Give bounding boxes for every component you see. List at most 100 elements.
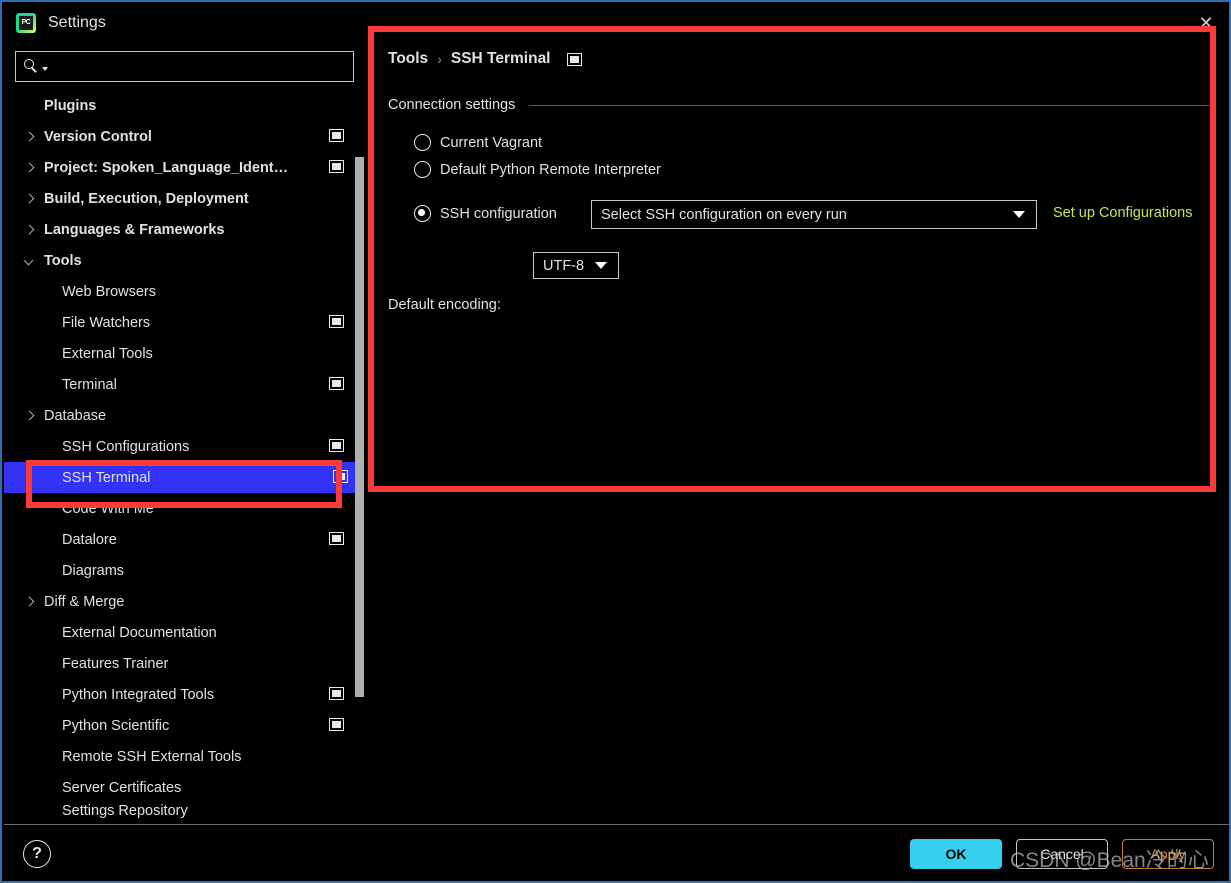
sidebar-item-label: Terminal (62, 376, 117, 393)
sidebar-item-label: Settings Repository (62, 803, 188, 819)
radio-indicator[interactable] (414, 161, 431, 178)
radio-ssh-configuration[interactable]: SSH configuration (414, 205, 557, 222)
cancel-button[interactable]: Cancel (1016, 839, 1108, 869)
title-bar: Settings ✕ (4, 4, 1229, 42)
chevron-right-icon[interactable] (22, 222, 38, 238)
breadcrumb: Tools › SSH Terminal (388, 50, 582, 68)
sidebar-item-label: Server Certificates (62, 779, 182, 796)
sidebar-item-label: SSH Terminal (62, 469, 151, 486)
breadcrumb-current: SSH Terminal (450, 50, 551, 67)
radio-label: Current Vagrant (440, 134, 543, 151)
default-encoding-select[interactable]: UTF-8 (533, 252, 619, 279)
chevron-right-icon[interactable] (22, 160, 38, 176)
project-scope-badge-icon (329, 377, 344, 390)
close-icon[interactable]: ✕ (1195, 12, 1217, 34)
sidebar-item-languages-frameworks[interactable]: Languages & Frameworks (4, 214, 364, 245)
sidebar-item-label: Database (44, 407, 107, 424)
sidebar-item-label: Project: Spoken_Language_Ident… (44, 159, 289, 176)
sidebar-item-project-spoken-language-ident[interactable]: Project: Spoken_Language_Ident… (4, 152, 364, 183)
sidebar-item-external-documentation[interactable]: External Documentation (4, 617, 364, 648)
search-icon (24, 58, 41, 75)
project-scope-badge-icon (329, 315, 344, 328)
sidebar-item-ssh-terminal[interactable]: SSH Terminal (4, 462, 364, 493)
sidebar-item-code-with-me[interactable]: Code With Me (4, 493, 364, 524)
chevron-down-icon (1013, 211, 1025, 218)
sidebar-item-settings-repository[interactable]: Settings Repository (4, 803, 364, 819)
sidebar-item-python-integrated-tools[interactable]: Python Integrated Tools (4, 679, 364, 710)
sidebar-item-database[interactable]: Database (4, 400, 364, 431)
sidebar-item-label: Features Trainer (62, 655, 169, 672)
sidebar-item-features-trainer[interactable]: Features Trainer (4, 648, 364, 679)
ssh-configuration-value: Select SSH configuration on every run (601, 206, 847, 223)
ssh-configuration-select[interactable]: Select SSH configuration on every run (591, 200, 1037, 229)
project-scope-badge-icon (329, 129, 344, 142)
sidebar-item-label: External Tools (62, 345, 153, 362)
sidebar-item-build-execution-deployment[interactable]: Build, Execution, Deployment (4, 183, 364, 214)
apply-button[interactable]: Apply (1122, 839, 1214, 869)
default-encoding-label: Default encoding: (388, 297, 501, 313)
sidebar-item-label: Build, Execution, Deployment (44, 190, 249, 207)
sidebar-item-datalore[interactable]: Datalore (4, 524, 364, 555)
sidebar-item-diff-merge[interactable]: Diff & Merge (4, 586, 364, 617)
chevron-right-icon[interactable] (22, 129, 38, 145)
sidebar-item-python-scientific[interactable]: Python Scientific (4, 710, 364, 741)
project-scope-badge-icon (333, 470, 348, 483)
sidebar-scrollbar[interactable] (355, 157, 364, 697)
sidebar-item-tools[interactable]: Tools (4, 245, 364, 276)
sidebar-item-label: Python Scientific (62, 717, 170, 734)
set-up-configurations-link[interactable]: Set up Configurations (1053, 205, 1192, 221)
radio-default-python-remote-interpreter[interactable]: Default Python Remote Interpreter (414, 161, 661, 178)
sidebar-item-label: Diagrams (62, 562, 125, 579)
sidebar-item-label: Tools (44, 252, 82, 269)
project-scope-badge-icon (566, 52, 582, 66)
sidebar-item-label: Plugins (44, 97, 97, 114)
radio-indicator[interactable] (414, 134, 431, 151)
sidebar-item-label: Web Browsers (62, 283, 157, 300)
section-divider (529, 104, 1214, 106)
sidebar-item-remote-ssh-external-tools[interactable]: Remote SSH External Tools (4, 741, 364, 772)
project-scope-badge-icon (329, 532, 344, 545)
radio-current-vagrant[interactable]: Current Vagrant (414, 134, 542, 151)
project-scope-badge-icon (329, 687, 344, 700)
settings-dialog: Settings ✕ Plugins Version Control Project… (0, 0, 1231, 883)
chevron-right-icon[interactable] (22, 191, 38, 207)
sidebar-item-diagrams[interactable]: Diagrams (4, 555, 364, 586)
default-encoding-value: UTF-8 (543, 257, 585, 274)
sidebar-item-plugins[interactable]: Plugins (4, 90, 364, 121)
sidebar-item-label: SSH Configurations (62, 438, 190, 455)
sidebar-item-label: Version Control (44, 128, 152, 145)
chevron-right-icon[interactable] (22, 594, 38, 610)
sidebar-item-label: File Watchers (62, 314, 151, 331)
sidebar-item-terminal[interactable]: Terminal (4, 369, 364, 400)
window-title: Settings (48, 14, 106, 31)
sidebar-item-label: Datalore (62, 531, 117, 548)
project-scope-badge-icon (329, 439, 344, 452)
breadcrumb-root[interactable]: Tools (388, 50, 428, 68)
chevron-down-icon (595, 262, 607, 269)
chevron-down-icon[interactable] (42, 67, 48, 71)
chevron-down-icon[interactable] (22, 253, 38, 269)
sidebar-item-web-browsers[interactable]: Web Browsers (4, 276, 364, 307)
project-scope-badge-icon (329, 718, 344, 731)
footer-divider (4, 824, 1229, 825)
sidebar-item-label: Python Integrated Tools (62, 686, 215, 703)
help-icon[interactable]: ? (23, 840, 51, 868)
sidebar-item-label: Diff & Merge (44, 593, 125, 610)
settings-tree[interactable]: Plugins Version Control Project: Spoken_La… (4, 90, 364, 824)
project-scope-badge-icon (329, 160, 344, 173)
sidebar-item-version-control[interactable]: Version Control (4, 121, 364, 152)
search-input[interactable] (52, 51, 353, 82)
search-box[interactable] (15, 51, 354, 82)
sidebar-item-label: Remote SSH External Tools (62, 748, 242, 765)
sidebar-item-label: Languages & Frameworks (44, 221, 225, 238)
ok-button[interactable]: OK (910, 839, 1002, 869)
sidebar-item-server-certificates[interactable]: Server Certificates (4, 772, 364, 803)
connection-settings-header: Connection settings (388, 97, 1214, 113)
breadcrumb-separator: › (437, 51, 442, 67)
sidebar-item-external-tools[interactable]: External Tools (4, 338, 364, 369)
sidebar-item-file-watchers[interactable]: File Watchers (4, 307, 364, 338)
radio-indicator[interactable] (414, 205, 431, 222)
sidebar-item-ssh-configurations[interactable]: SSH Configurations (4, 431, 364, 462)
chevron-right-icon[interactable] (22, 408, 38, 424)
ssh-terminal-panel: Tools › SSH Terminal Connection settings… (374, 42, 1224, 497)
